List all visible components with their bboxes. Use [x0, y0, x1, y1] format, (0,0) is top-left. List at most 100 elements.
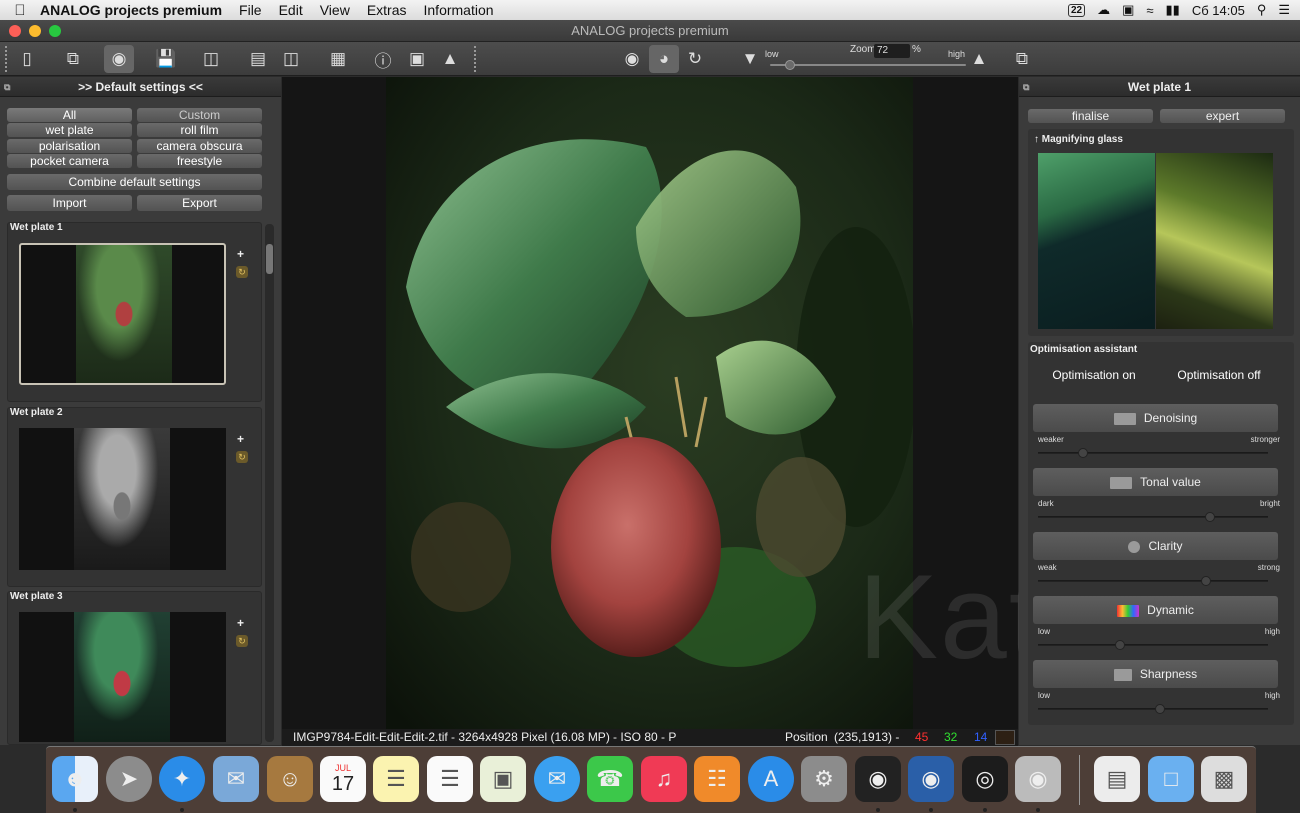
- apple-icon[interactable]: : [0, 2, 40, 19]
- tonal-value-button[interactable]: Tonal value: [1033, 468, 1278, 496]
- optimisation-off-button[interactable]: Optimisation off: [1158, 366, 1280, 384]
- sharpness-slider-knob[interactable]: [1154, 704, 1165, 714]
- filter-polarisation[interactable]: polarisation: [7, 139, 132, 153]
- clock[interactable]: Сб 14:05: [1192, 3, 1245, 18]
- panel-detach-icon[interactable]: ⧉: [1023, 77, 1029, 97]
- mail-icon[interactable]: ✉: [213, 756, 259, 802]
- arrow-up-icon[interactable]: ↑: [1034, 134, 1039, 145]
- preset-scrollbar[interactable]: [265, 224, 274, 742]
- battery-icon[interactable]: ▮▮: [1166, 2, 1180, 18]
- preset-thumbnail[interactable]: [19, 428, 226, 570]
- clarity-slider[interactable]: [1038, 576, 1268, 586]
- export-button[interactable]: Export: [137, 195, 262, 211]
- menu-information[interactable]: Information: [424, 2, 494, 18]
- sharpness-slider[interactable]: [1038, 704, 1268, 714]
- optimisation-on-button[interactable]: Optimisation on: [1033, 366, 1155, 384]
- filter-roll-film[interactable]: roll film: [137, 123, 262, 137]
- filter-freestyle[interactable]: freestyle: [137, 154, 262, 168]
- books-icon[interactable]: ☷: [694, 756, 740, 802]
- messages-icon[interactable]: ✉: [534, 756, 580, 802]
- launchpad-icon[interactable]: ➤: [106, 756, 152, 802]
- tab-expert[interactable]: expert: [1160, 109, 1285, 123]
- compare-split-icon[interactable]: ◕: [649, 45, 679, 73]
- zoom-window-button[interactable]: [49, 25, 61, 37]
- menu-view[interactable]: View: [320, 2, 350, 18]
- camera-app-2-icon[interactable]: ◉: [1015, 756, 1061, 802]
- denoising-slider[interactable]: [1038, 448, 1268, 458]
- dynamic-button[interactable]: Dynamic: [1033, 596, 1278, 624]
- add-preset-icon[interactable]: +: [237, 616, 244, 630]
- close-window-button[interactable]: [9, 25, 21, 37]
- status-badge[interactable]: 22: [1067, 3, 1086, 17]
- histogram-icon[interactable]: ▲: [435, 45, 465, 73]
- tonal-value-slider[interactable]: [1038, 512, 1268, 522]
- import-button[interactable]: Import: [7, 195, 132, 211]
- preview-eye-icon[interactable]: ◉: [617, 45, 647, 73]
- clarity-slider-knob[interactable]: [1200, 576, 1211, 586]
- panel-detach-icon[interactable]: ⧉: [4, 77, 10, 97]
- system-preferences-icon[interactable]: ⚙: [801, 756, 847, 802]
- camera-app-icon[interactable]: ◉: [908, 756, 954, 802]
- zoom-slider[interactable]: [770, 60, 966, 70]
- zoom-value-field[interactable]: 72: [874, 44, 910, 58]
- app-store-icon[interactable]: A: [748, 756, 794, 802]
- refresh-preset-icon[interactable]: ↻: [236, 266, 248, 278]
- magnifier-original-view[interactable]: [1038, 153, 1155, 329]
- zoom-slider-knob[interactable]: [784, 60, 795, 70]
- photos-slideshow-icon[interactable]: ▣: [480, 756, 526, 802]
- display-icon[interactable]: ▣: [1122, 2, 1134, 18]
- contacts-icon[interactable]: ☺: [267, 756, 313, 802]
- preset-thumbnail[interactable]: [19, 243, 226, 385]
- clarity-button[interactable]: Clarity: [1033, 532, 1278, 560]
- export-icon[interactable]: ▤: [243, 45, 273, 73]
- trash-icon[interactable]: ▩: [1201, 756, 1247, 802]
- safari-icon[interactable]: ✦: [159, 756, 205, 802]
- menu-app-name[interactable]: ANALOG projects premium: [40, 2, 222, 18]
- tab-finalise[interactable]: finalise: [1028, 109, 1153, 123]
- open-document-icon[interactable]: ⧉: [58, 45, 88, 73]
- finder-icon[interactable]: ☻: [52, 756, 98, 802]
- exif-icon[interactable]: ▣: [402, 45, 432, 73]
- folder-icon[interactable]: □: [1148, 756, 1194, 802]
- info-panel-icon[interactable]: ▦: [323, 45, 353, 73]
- downloads-stack-icon[interactable]: ▤: [1094, 756, 1140, 802]
- save-icon[interactable]: 💾: [151, 45, 181, 73]
- filter-wet-plate[interactable]: wet plate: [7, 123, 132, 137]
- dynamic-slider-knob[interactable]: [1115, 640, 1125, 650]
- filter-camera-obscura[interactable]: camera obscura: [137, 139, 262, 153]
- filter-pocket-camera[interactable]: pocket camera: [7, 154, 132, 168]
- toolbar-grip-2[interactable]: [474, 46, 478, 72]
- magnifier-preview-view[interactable]: [1156, 153, 1273, 329]
- zoom-out-icon[interactable]: ▼: [735, 45, 765, 73]
- preset-card[interactable]: Wet plate 2 + ↻: [7, 407, 262, 587]
- presets-palette-icon[interactable]: ◉: [104, 45, 134, 73]
- zoom-in-icon[interactable]: ▲: [964, 45, 994, 73]
- minimize-window-button[interactable]: [29, 25, 41, 37]
- facetime-icon[interactable]: ☎: [587, 756, 633, 802]
- combine-default-settings-button[interactable]: Combine default settings: [7, 174, 262, 190]
- add-preset-icon[interactable]: +: [237, 432, 244, 446]
- dynamic-slider[interactable]: [1038, 640, 1268, 650]
- refresh-preset-icon[interactable]: ↻: [236, 635, 248, 647]
- add-preset-icon[interactable]: +: [237, 247, 244, 261]
- tonal-value-slider-knob[interactable]: [1205, 512, 1216, 522]
- crop-icon[interactable]: ⧉: [1007, 45, 1037, 73]
- redo-icon[interactable]: ↻: [680, 45, 710, 73]
- filter-all[interactable]: All: [7, 108, 132, 122]
- menu-file[interactable]: File: [239, 2, 262, 18]
- preset-card[interactable]: Wet plate 3 + ↻: [7, 591, 262, 745]
- refresh-preset-icon[interactable]: ↻: [236, 451, 248, 463]
- preset-thumbnail[interactable]: [19, 612, 226, 742]
- calendar-icon[interactable]: JUL 17: [320, 756, 366, 802]
- filter-custom[interactable]: Custom: [137, 108, 262, 122]
- compare-icon[interactable]: ◫: [276, 45, 306, 73]
- menu-extras[interactable]: Extras: [367, 2, 407, 18]
- info-icon[interactable]: ⓘ: [368, 45, 398, 73]
- menu-edit[interactable]: Edit: [279, 2, 303, 18]
- toolbar-grip[interactable]: [5, 46, 9, 72]
- preset-card[interactable]: Wet plate 1 + ↻: [7, 222, 262, 402]
- music-icon[interactable]: ♫: [641, 756, 687, 802]
- reminders-icon[interactable]: ☰: [427, 756, 473, 802]
- notes-icon[interactable]: ☰: [373, 756, 419, 802]
- denoising-slider-knob[interactable]: [1077, 448, 1088, 458]
